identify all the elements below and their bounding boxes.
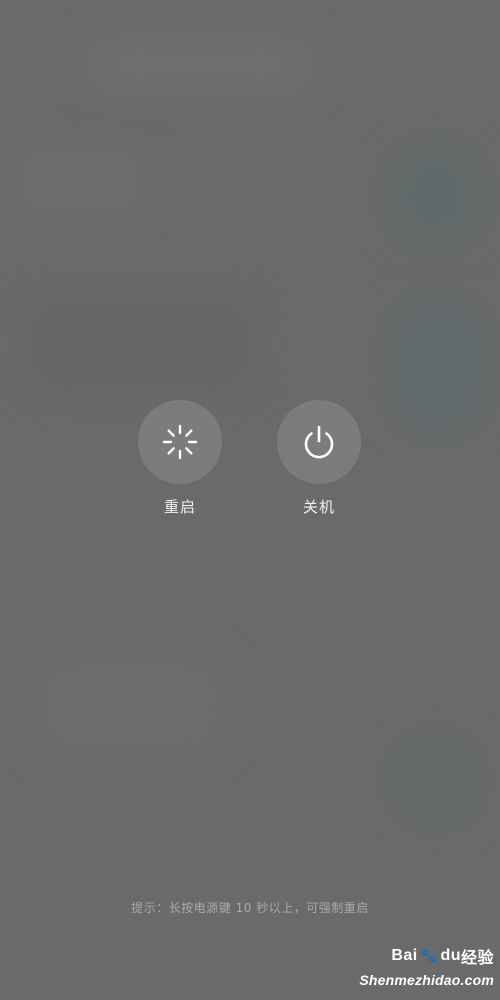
power-icon	[304, 425, 334, 459]
restart-label: 重启	[163, 498, 196, 516]
watermark-brand: Bai 🐾 du 经验	[344, 944, 494, 968]
blurred-background-shape	[90, 40, 310, 90]
watermark-brand-mid: du	[440, 947, 461, 964]
watermark-brand-right: 经验	[460, 950, 494, 967]
blurred-app-widget	[395, 305, 480, 425]
blurred-background-shape	[40, 660, 220, 750]
blurred-app-icon	[395, 740, 475, 820]
blurred-background-shape	[30, 300, 250, 390]
baidu-jingyan-watermark: Bai 🐾 du 经验 Shenmezhidao.com	[344, 944, 494, 998]
power-off-option[interactable]: 关机	[259, 400, 379, 517]
restart-spinner-icon	[162, 424, 198, 460]
power-off-button[interactable]	[277, 400, 361, 484]
watermark-site: Shenmezhidao.com	[359, 972, 494, 988]
force-restart-hint: 提示：长按电源键 10 秒以上，可强制重启	[131, 901, 369, 915]
blurred-background-shape	[20, 150, 140, 210]
blurred-app-icon	[395, 150, 475, 240]
watermark-brand-left: Bai	[391, 947, 418, 964]
paw-icon: 🐾	[420, 948, 438, 963]
restart-button[interactable]	[138, 400, 222, 484]
restart-option[interactable]: 重启	[120, 400, 240, 517]
power-off-label: 关机	[302, 498, 335, 516]
